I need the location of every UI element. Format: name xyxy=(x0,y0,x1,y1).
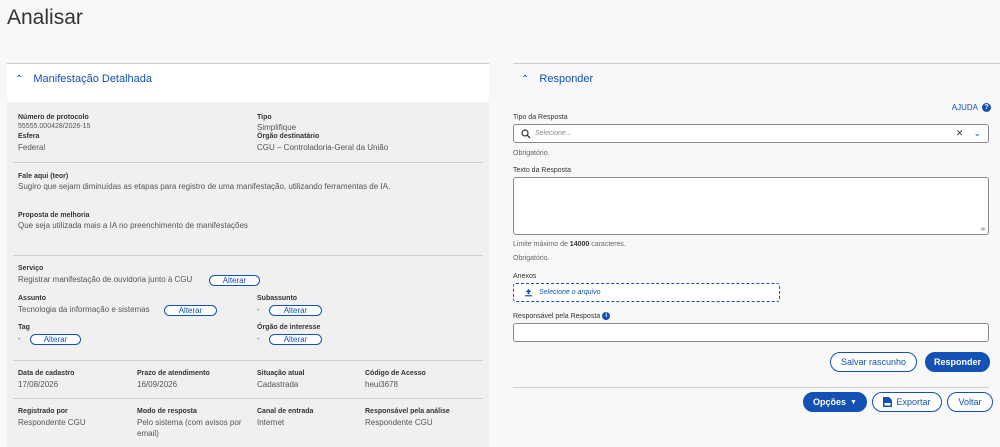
codigo-value: heui3678 xyxy=(365,380,398,389)
esfera-label: Esfera xyxy=(18,133,40,140)
tipo-resposta-label: Tipo da Resposta xyxy=(513,114,568,121)
subassunto-value: - xyxy=(257,305,260,314)
options-button[interactable]: Opções ▼ xyxy=(803,392,867,412)
chevron-up-icon[interactable]: ⌃ xyxy=(521,74,529,85)
alterar-tag-button[interactable]: Alterar xyxy=(30,334,81,345)
texto-resposta-textarea[interactable]: ≑ xyxy=(513,177,989,235)
orgao-interesse-value: - xyxy=(257,334,260,343)
subassunto-label: Subassunto xyxy=(257,295,298,302)
situacao-label: Situação atual xyxy=(257,370,305,377)
detail-section-title: Manifestação Detalhada xyxy=(33,73,153,85)
chevron-down-icon[interactable]: ⌄ xyxy=(973,128,981,139)
char-limit-number: 14000 xyxy=(569,241,590,248)
export-button[interactable]: Exportar xyxy=(872,392,942,412)
registrado-por-label: Registrado por xyxy=(18,408,68,415)
response-section-header[interactable]: ⌃ Responder xyxy=(513,64,1000,94)
situacao-value: Cadastrada xyxy=(257,380,299,389)
alterar-subassunto-button[interactable]: Alterar xyxy=(269,305,322,316)
search-icon xyxy=(521,128,531,138)
fale-aqui-value: Sugiro que sejam diminuídas as etapas pa… xyxy=(18,182,391,191)
pdf-icon xyxy=(883,397,893,407)
divider xyxy=(13,398,483,399)
resize-handle-icon[interactable]: ≑ xyxy=(980,225,986,233)
tag-value: - xyxy=(18,334,21,343)
codigo-label: Código de Acesso xyxy=(365,370,426,377)
char-limit-text: Limite máximo de 14000 caracteres. xyxy=(513,241,626,248)
texto-resposta-label: Texto da Resposta xyxy=(513,167,571,174)
texto-resposta-hint: Obrigatório. xyxy=(513,255,550,262)
protocolo-value: 55555.000428/2026-15 xyxy=(18,123,91,130)
alterar-orgao-interesse-button[interactable]: Alterar xyxy=(269,334,322,345)
responsavel-label: Responsável pela Resposta xyxy=(513,312,601,320)
options-label: Opções xyxy=(813,397,847,407)
proposta-label: Proposta de melhoria xyxy=(18,212,90,219)
protocolo-label: Número de protocolo xyxy=(18,114,89,121)
anexos-label: Anexos xyxy=(513,273,537,280)
proposta-value: Que seja utilizada mais a IA no preenchi… xyxy=(18,221,248,230)
chevron-up-icon[interactable]: ⌃ xyxy=(15,74,23,85)
export-label: Exportar xyxy=(896,397,931,407)
fale-aqui-label: Fale aqui (teor) xyxy=(18,173,69,180)
responsavel-row: Responsável pela Resposta i xyxy=(513,312,611,320)
tipo-resposta-select[interactable]: Selecione... ✕ ⌄ xyxy=(513,124,989,143)
servico-label: Serviço xyxy=(18,265,44,272)
detail-panel: ⌃ Manifestação Detalhada Número de proto… xyxy=(7,63,489,447)
back-button[interactable]: Voltar xyxy=(947,392,993,412)
assunto-label: Assunto xyxy=(18,295,46,302)
servico-value: Registrar manifestação de ouvidoria junt… xyxy=(18,275,193,284)
respond-button[interactable]: Responder xyxy=(925,352,990,372)
alterar-servico-button[interactable]: Alterar xyxy=(209,275,260,286)
prazo-label: Prazo de atendimento xyxy=(137,370,210,377)
orgao-destinatario-value: CGU – Controladoria-Geral da União xyxy=(257,143,389,152)
prazo-value: 16/09/2026 xyxy=(137,380,178,389)
assunto-value: Tecnologia da informação e sistemas xyxy=(18,305,150,314)
question-icon: ? xyxy=(982,103,991,112)
tipo-label: Tipo xyxy=(257,114,272,121)
orgao-interesse-label: Órgão de interesse xyxy=(257,324,321,331)
canal-label: Canal de entrada xyxy=(257,408,314,415)
help-link[interactable]: AJUDA ? xyxy=(952,103,991,112)
tipo-resposta-placeholder: Selecione... xyxy=(535,130,572,137)
divider xyxy=(13,360,483,361)
responsavel-analise-value: Respondente CGU xyxy=(365,418,433,427)
modo-resposta-value: Pelo sistema (com avisos por email) xyxy=(137,418,242,438)
data-cadastro-label: Data de cadastro xyxy=(18,370,75,377)
responsavel-input[interactable] xyxy=(513,323,989,342)
anexos-upload[interactable]: Selecione o arquivo xyxy=(513,283,780,302)
detail-card: Número de protocolo 55555.000428/2026-15… xyxy=(7,102,489,447)
tipo-resposta-hint: Obrigatório. xyxy=(513,150,550,157)
modo-resposta-label: Modo de resposta xyxy=(137,408,197,415)
response-section-title: Responder xyxy=(539,73,594,85)
response-panel: ⌃ Responder AJUDA ? Tipo da Resposta Sel… xyxy=(513,63,1000,447)
data-cadastro-value: 17/08/2026 xyxy=(18,380,59,389)
esfera-value: Federal xyxy=(18,143,46,152)
upload-icon xyxy=(524,288,533,297)
save-draft-button[interactable]: Salvar rascunho xyxy=(830,352,917,372)
orgao-destinatario-label: Órgão destinatário xyxy=(257,133,320,140)
tag-label: Tag xyxy=(18,324,30,331)
divider xyxy=(13,255,483,256)
clear-icon[interactable]: ✕ xyxy=(956,128,964,139)
registrado-por-value: Respondente CGU xyxy=(18,418,86,427)
divider xyxy=(13,162,483,163)
alterar-assunto-button[interactable]: Alterar xyxy=(164,305,217,316)
divider xyxy=(513,387,989,388)
canal-value: Internet xyxy=(257,418,285,427)
anexos-placeholder: Selecione o arquivo xyxy=(539,289,601,296)
page-title: Analisar xyxy=(7,6,83,29)
info-icon[interactable]: i xyxy=(602,312,611,320)
detail-section-header[interactable]: ⌃ Manifestação Detalhada xyxy=(7,64,489,94)
tipo-value: Simplifique xyxy=(257,123,297,132)
responsavel-analise-label: Responsável pela análise xyxy=(365,408,450,415)
help-label: AJUDA xyxy=(951,103,978,112)
caret-down-icon: ▼ xyxy=(850,398,857,406)
